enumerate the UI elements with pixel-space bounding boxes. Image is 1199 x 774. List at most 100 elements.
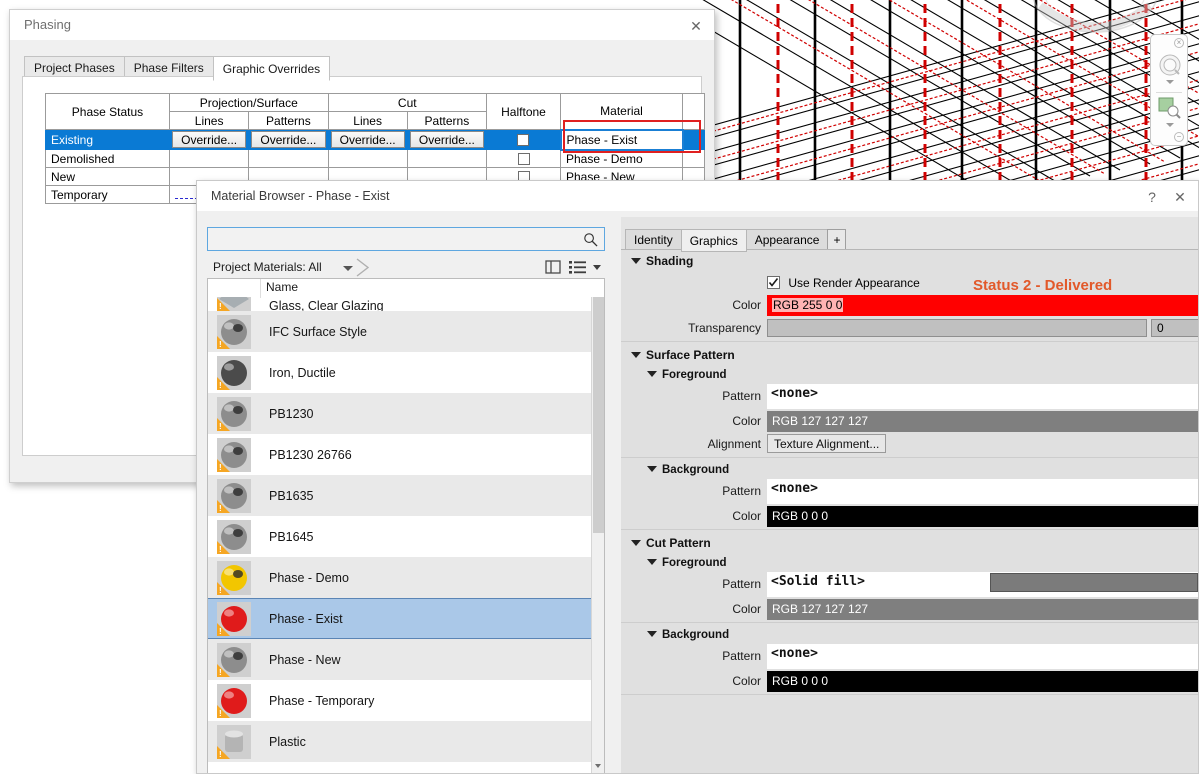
- add-tab-button[interactable]: +: [827, 229, 846, 250]
- surface-bg-pattern-field[interactable]: <none>: [767, 479, 1198, 504]
- cell-material[interactable]: Phase - Exist: [561, 130, 683, 150]
- halftone-checkbox[interactable]: [517, 134, 529, 146]
- override-button[interactable]: Override...: [172, 131, 246, 148]
- list-view-dropdown-icon[interactable]: [593, 265, 601, 270]
- surface-fg-color-swatch[interactable]: RGB 127 127 127: [767, 411, 1198, 432]
- shading-color-row[interactable]: Color RGB 255 0 0: [621, 295, 1198, 316]
- material-filter-label[interactable]: Project Materials: All: [213, 260, 322, 274]
- steering-wheel-icon[interactable]: [1158, 53, 1182, 77]
- table-row[interactable]: Existing Override... Override... Overrid…: [46, 130, 705, 150]
- override-button[interactable]: Override...: [331, 131, 405, 148]
- list-item[interactable]: !PB1635: [208, 475, 591, 516]
- view-cube[interactable]: [1020, 0, 1170, 50]
- surface-fg-alignment-row[interactable]: Alignment Texture Alignment...: [621, 434, 1198, 455]
- surface-fg-pattern-field[interactable]: <none>: [767, 384, 1198, 409]
- close-icon[interactable]: ✕: [684, 15, 708, 37]
- list-item[interactable]: !Phase - Exist: [208, 598, 591, 639]
- cell-proj-lines[interactable]: [170, 150, 249, 168]
- section-surface-pattern[interactable]: Surface Pattern: [621, 344, 1198, 365]
- phasing-titlebar[interactable]: Phasing ✕: [10, 10, 714, 40]
- transparency-slider[interactable]: [767, 319, 1147, 337]
- material-list-scrollbar[interactable]: [591, 279, 604, 773]
- navbar-close-icon[interactable]: ×: [1174, 38, 1184, 48]
- list-view-icon[interactable]: [569, 259, 586, 275]
- shading-color-swatch[interactable]: RGB 255 0 0: [767, 295, 1198, 316]
- triangle-down-icon[interactable]: [647, 371, 657, 377]
- panel-toggle-icon[interactable]: [545, 259, 561, 275]
- tab-identity[interactable]: Identity: [625, 229, 682, 250]
- surface-fg-pattern-row[interactable]: Pattern <none>: [621, 384, 1198, 409]
- triangle-down-icon[interactable]: [631, 352, 641, 358]
- chevron-down-icon[interactable]: [343, 266, 353, 271]
- material-list-rows[interactable]: !Glass, Clear Glazing!IFC Surface Style!…: [208, 279, 591, 773]
- close-icon[interactable]: ✕: [1168, 186, 1192, 208]
- cell-cut-lines[interactable]: [328, 150, 407, 168]
- cut-background-group[interactable]: Background: [621, 625, 1198, 644]
- section-shading[interactable]: Shading: [621, 250, 1198, 271]
- surface-foreground-group[interactable]: Foreground: [621, 365, 1198, 384]
- search-input[interactable]: [212, 231, 582, 247]
- list-item[interactable]: !Iron, Ductile: [208, 352, 591, 393]
- material-browser-titlebar[interactable]: Material Browser - Phase - Exist ? ✕: [197, 181, 1198, 211]
- tab-graphic-overrides[interactable]: Graphic Overrides: [213, 56, 330, 81]
- surface-bg-color-swatch[interactable]: RGB 0 0 0: [767, 506, 1198, 527]
- triangle-down-icon[interactable]: [631, 540, 641, 546]
- triangle-down-icon[interactable]: [647, 466, 657, 472]
- navigation-bar[interactable]: × −: [1150, 34, 1188, 146]
- surface-bg-pattern-row[interactable]: Pattern <none>: [621, 479, 1198, 504]
- zoom-tool-dropdown-icon[interactable]: [1166, 123, 1174, 127]
- navbar-collapse-icon[interactable]: −: [1174, 132, 1184, 142]
- cut-fg-pattern-field[interactable]: <Solid fill>: [767, 572, 1198, 597]
- cell-material[interactable]: Phase - Demo: [561, 150, 683, 168]
- cut-foreground-group[interactable]: Foreground: [621, 553, 1198, 572]
- cut-fg-color-swatch[interactable]: RGB 127 127 127: [767, 599, 1198, 620]
- cut-bg-color-row[interactable]: Color RGB 0 0 0: [621, 671, 1198, 692]
- cell-proj-patterns[interactable]: [249, 150, 328, 168]
- texture-alignment-button[interactable]: Texture Alignment...: [767, 434, 886, 453]
- cell-proj-lines[interactable]: Override...: [170, 130, 249, 150]
- list-item[interactable]: !Phase - Temporary: [208, 680, 591, 721]
- triangle-down-icon[interactable]: [647, 559, 657, 565]
- checkbox-checked-icon[interactable]: [767, 276, 780, 289]
- surface-fg-color-row[interactable]: Color RGB 127 127 127: [621, 411, 1198, 432]
- cell-cut-patterns[interactable]: [407, 150, 486, 168]
- override-button[interactable]: Override...: [410, 131, 484, 148]
- zoom-tool-icon[interactable]: [1158, 97, 1182, 119]
- tab-appearance[interactable]: Appearance: [746, 229, 829, 250]
- list-item[interactable]: !PB1645: [208, 516, 591, 557]
- cell-cut-lines[interactable]: Override...: [328, 130, 407, 150]
- halftone-checkbox[interactable]: [518, 153, 530, 165]
- cut-bg-color-swatch[interactable]: RGB 0 0 0: [767, 671, 1198, 692]
- cell-halftone[interactable]: [487, 130, 561, 150]
- list-item[interactable]: !Phase - Demo: [208, 557, 591, 598]
- surface-bg-color-row[interactable]: Color RGB 0 0 0: [621, 506, 1198, 527]
- list-item[interactable]: !Phase - New: [208, 639, 591, 680]
- cell-proj-patterns[interactable]: Override...: [249, 130, 328, 150]
- cell-halftone[interactable]: [487, 150, 561, 168]
- list-item[interactable]: !IFC Surface Style: [208, 311, 591, 352]
- material-list[interactable]: Name !Glass, Clear Glazing!IFC Surface S…: [207, 278, 605, 773]
- triangle-down-icon[interactable]: [647, 631, 657, 637]
- cell-cut-patterns[interactable]: Override...: [407, 130, 486, 150]
- list-item[interactable]: !PB1230: [208, 393, 591, 434]
- triangle-down-icon[interactable]: [631, 258, 641, 264]
- cut-fg-pattern-row[interactable]: Pattern <Solid fill>: [621, 572, 1198, 597]
- cut-bg-pattern-row[interactable]: Pattern <none>: [621, 644, 1198, 669]
- scrollbar-thumb[interactable]: [593, 293, 604, 533]
- transparency-row[interactable]: Transparency 0: [621, 318, 1198, 339]
- list-item[interactable]: !Plastic: [208, 721, 591, 762]
- surface-background-group[interactable]: Background: [621, 460, 1198, 479]
- tab-graphics[interactable]: Graphics: [681, 229, 747, 252]
- section-cut-pattern[interactable]: Cut Pattern: [621, 532, 1198, 553]
- list-item[interactable]: !PB1230 26766: [208, 434, 591, 475]
- help-icon[interactable]: ?: [1140, 186, 1164, 208]
- transparency-value-box[interactable]: 0: [1151, 319, 1198, 337]
- override-button[interactable]: Override...: [251, 131, 325, 148]
- scroll-down-button[interactable]: [592, 759, 605, 773]
- cut-fg-color-row[interactable]: Color RGB 127 127 127: [621, 599, 1198, 620]
- cut-bg-pattern-field[interactable]: <none>: [767, 644, 1198, 669]
- search-box[interactable]: [207, 227, 605, 251]
- table-row[interactable]: Demolished Phase - Demo: [46, 150, 705, 168]
- search-icon[interactable]: [583, 232, 598, 247]
- use-render-appearance-row[interactable]: Use Render Appearance: [767, 275, 920, 290]
